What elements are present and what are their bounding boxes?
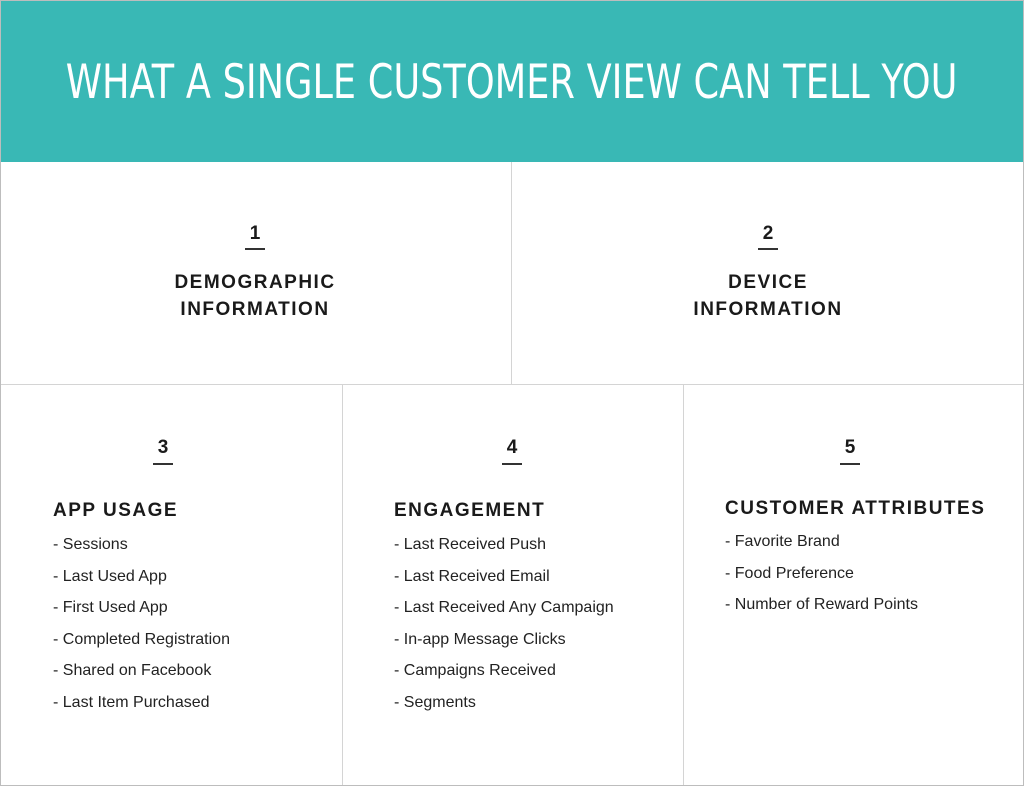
section-title-line: DEMOGRAPHIC — [174, 272, 336, 293]
list-item: - First Used App — [53, 599, 168, 616]
section-title: DEVICE INFORMATION — [618, 269, 918, 323]
attribute-list: - Favorite Brand - Food Preference - Num… — [725, 532, 918, 627]
list-item: - Segments — [394, 693, 476, 711]
list-item: - Last Received Push — [394, 536, 547, 553]
section-number: 2 — [762, 223, 774, 244]
list-item: - Number of Reward Points — [725, 596, 918, 613]
list-item: - Last Used App — [53, 567, 167, 585]
section-number: 5 — [844, 437, 856, 458]
number-underline — [153, 463, 173, 465]
number-underline — [758, 248, 778, 250]
divider — [342, 384, 343, 785]
list-item: - Last Received Email — [394, 567, 550, 585]
list-item: - Favorite Brand — [725, 533, 840, 550]
section-number: 4 — [506, 437, 518, 458]
number-underline — [840, 463, 860, 465]
page-title: WHAT A SINGLE CUSTOMER VIEW CAN TELL YOU — [66, 55, 958, 110]
number-underline — [245, 248, 265, 250]
list-item: - Shared on Facebook — [53, 662, 212, 679]
number-underline — [502, 463, 522, 465]
divider — [511, 162, 512, 384]
section-title-line: INFORMATION — [180, 299, 330, 320]
section-title: CUSTOMER ATTRIBUTES — [725, 498, 986, 519]
section-title-line: INFORMATION — [693, 299, 843, 320]
attribute-list: - Last Received Push - Last Received Ema… — [394, 535, 614, 724]
divider — [683, 384, 684, 785]
section-title-line: DEVICE — [728, 272, 808, 293]
list-item: - Completed Registration — [53, 630, 230, 648]
section-title: ENGAGEMENT — [394, 500, 546, 521]
divider — [1, 384, 1023, 385]
list-item: - In-app Message Clicks — [394, 630, 566, 648]
list-item: - Sessions — [53, 536, 128, 553]
list-item: - Last Item Purchased — [53, 693, 210, 711]
section-number: 3 — [157, 437, 169, 458]
section-title: DEMOGRAPHIC INFORMATION — [105, 269, 405, 323]
list-item: - Food Preference — [725, 564, 854, 582]
list-item: - Last Received Any Campaign — [394, 599, 614, 616]
list-item: - Campaigns Received — [394, 662, 556, 679]
header-banner: WHAT A SINGLE CUSTOMER VIEW CAN TELL YOU — [1, 1, 1023, 162]
attribute-list: - Sessions - Last Used App - First Used … — [53, 535, 230, 724]
section-title: APP USAGE — [53, 500, 179, 521]
section-number: 1 — [249, 223, 261, 244]
